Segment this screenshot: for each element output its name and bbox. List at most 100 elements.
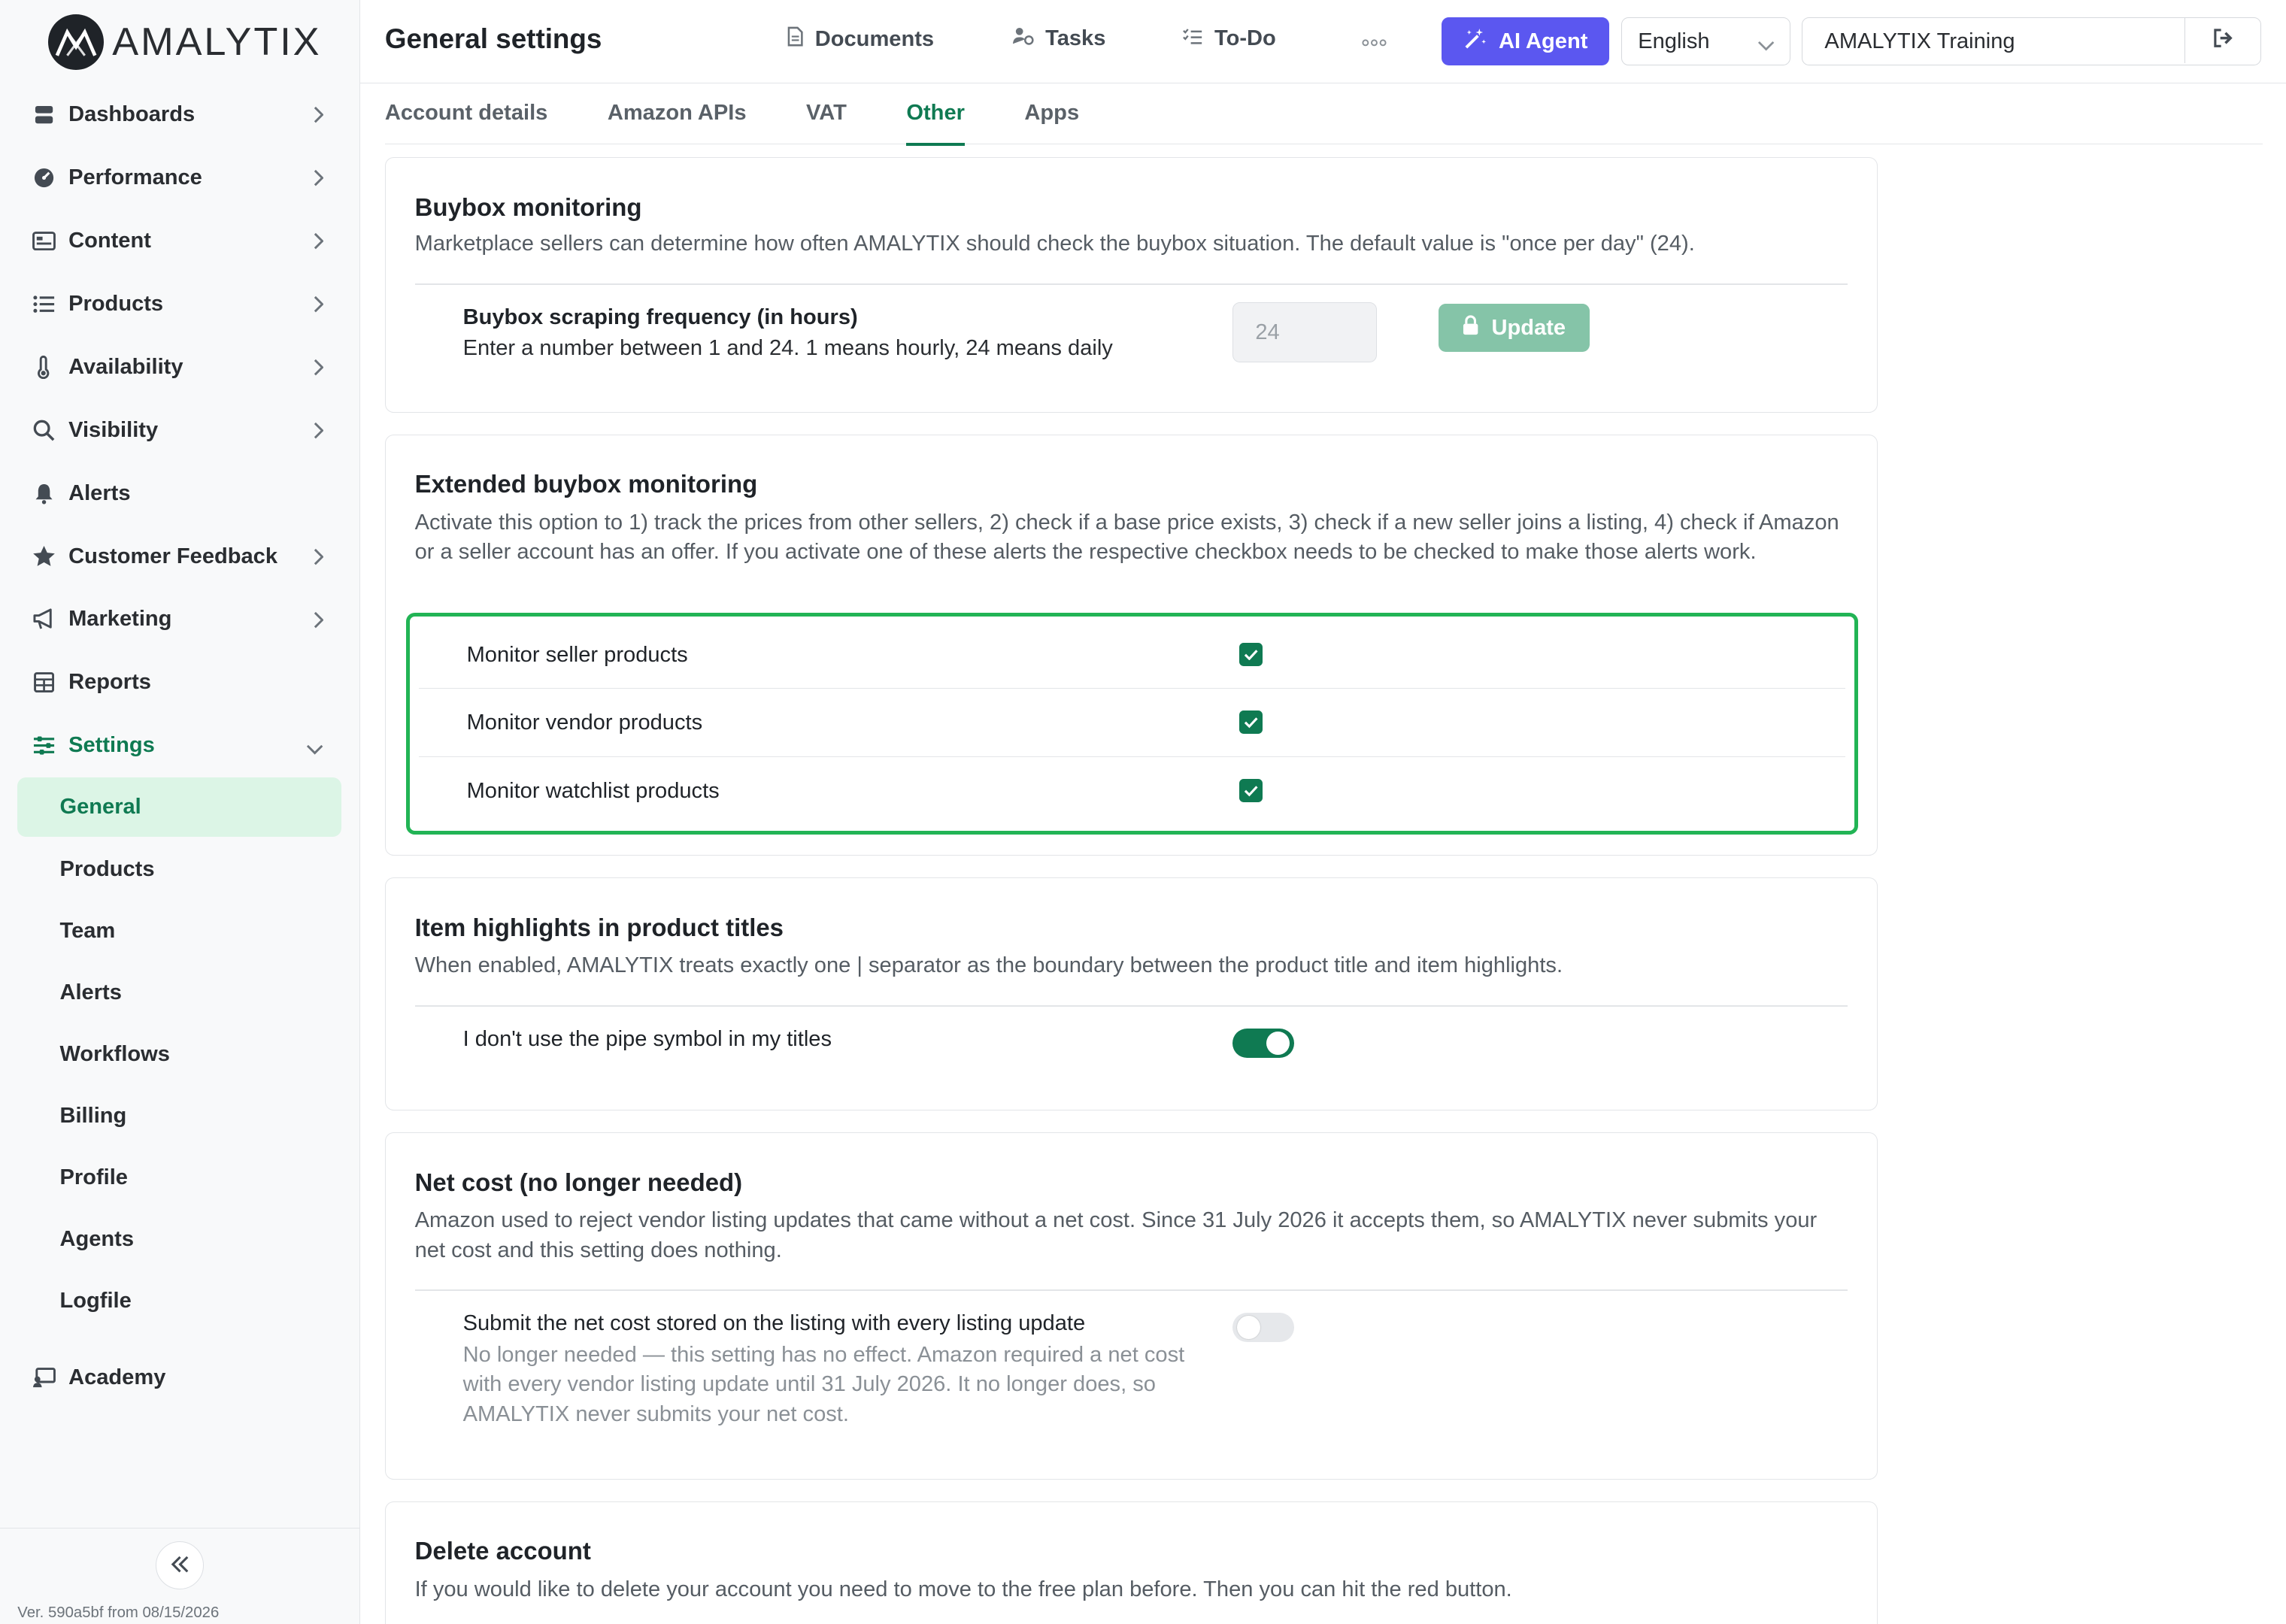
sidebar-item-label: Performance	[68, 165, 202, 189]
account-name: AMALYTIX Training	[1824, 29, 2015, 53]
sidebar-item-visibility[interactable]: Visibility	[17, 398, 341, 462]
table-icon	[32, 671, 56, 694]
content-icon	[32, 229, 56, 253]
tasks-link[interactable]: Tasks	[1012, 26, 1106, 51]
divider	[414, 1004, 1848, 1007]
logo[interactable]: AMALYTIX	[47, 14, 321, 71]
sidebar-item-customer-feedback[interactable]: Customer Feedback	[17, 525, 341, 588]
delete-account-card: Delete account If you would like to dele…	[384, 1501, 1878, 1624]
tasks-icon	[1012, 26, 1034, 51]
buybox-frequency-help: Enter a number between 1 and 24. 1 means…	[462, 335, 1113, 360]
monitor-watchlist-label: Monitor watchlist products	[466, 779, 720, 804]
buybox-monitoring-card: Buybox monitoring Marketplace sellers ca…	[384, 157, 1878, 413]
double-chevron-left-icon	[170, 1552, 190, 1579]
highlights-title: Item highlights in product titles	[414, 913, 784, 941]
sidebar-item-label: Academy	[68, 1365, 166, 1390]
tasks-label: Tasks	[1045, 26, 1106, 50]
net-cost-card: Net cost (no longer needed) Amazon used …	[384, 1132, 1878, 1480]
update-button[interactable]: Update	[1438, 304, 1590, 353]
sidebar-item-label: Reports	[68, 670, 151, 695]
logo-mark-icon	[47, 14, 104, 71]
sidebar-subitem-general[interactable]: General	[17, 777, 341, 838]
item-highlights-card: Item highlights in product titles When e…	[384, 877, 1878, 1111]
sidebar-item-label: Settings	[68, 733, 155, 758]
ai-agent-button[interactable]: AI Agent	[1442, 17, 1610, 66]
sidebar-subitem-billing[interactable]: Billing	[17, 1085, 341, 1147]
buybox-title: Buybox monitoring	[414, 192, 642, 221]
sidebar-item-reports[interactable]: Reports	[17, 651, 341, 714]
sidebar-subitem-alerts[interactable]: Alerts	[17, 962, 341, 1023]
sidebar-item-availability[interactable]: Availability	[17, 335, 341, 398]
ai-agent-label: AI Agent	[1498, 29, 1588, 53]
chevron-down-icon	[306, 736, 323, 761]
sidebar-item-label: Products	[68, 291, 164, 316]
extended-description: Activate this option to 1) track the pri…	[414, 510, 1839, 565]
monitor-seller-checkbox[interactable]	[1239, 643, 1263, 667]
todo-label: To-Do	[1214, 26, 1276, 50]
tab-vat[interactable]: VAT	[806, 84, 847, 144]
monitor-options-highlight: Monitor seller products Monitor vendor p…	[405, 613, 1858, 835]
netcost-toggle-label: Submit the net cost stored on the listin…	[462, 1310, 1086, 1335]
extended-buybox-card: Extended buybox monitoring Activate this…	[384, 434, 1878, 856]
documents-label: Documents	[814, 26, 935, 51]
sidebar-item-academy[interactable]: Academy	[17, 1347, 341, 1410]
buybox-frequency-label: Buybox scraping frequency (in hours)	[462, 305, 858, 330]
tab-amazon-apis[interactable]: Amazon APIs	[608, 84, 747, 144]
settings-tabs: Account details Amazon APIs VAT Other Ap…	[384, 84, 2263, 146]
monitor-watchlist-checkbox[interactable]	[1239, 779, 1263, 803]
sidebar-item-label: Visibility	[68, 417, 159, 442]
language-value: English	[1638, 29, 1710, 53]
delete-title: Delete account	[414, 1537, 591, 1565]
sidebar-footer: Ver. 590a5bf from 08/15/2026	[0, 1527, 360, 1624]
language-select[interactable]: English	[1621, 17, 1790, 66]
documents-link[interactable]: Documents	[787, 26, 934, 53]
buybox-frequency-input[interactable]: 24	[1232, 302, 1378, 362]
sidebar-subitem-profile[interactable]: Profile	[17, 1147, 341, 1208]
sidebar-item-products[interactable]: Products	[17, 272, 341, 335]
performance-icon	[32, 166, 56, 189]
monitor-vendor-row: Monitor vendor products	[418, 688, 1846, 755]
sidebar-subitem-products[interactable]: Products	[17, 838, 341, 900]
monitor-seller-row: Monitor seller products	[419, 621, 1846, 688]
sidebar-item-alerts[interactable]: Alerts	[17, 462, 341, 525]
chevron-down-icon	[1757, 33, 1775, 58]
tab-account-details[interactable]: Account details	[385, 84, 548, 144]
sidebar-item-settings[interactable]: Settings	[17, 714, 341, 777]
sidebar-subitem-workflows[interactable]: Workflows	[17, 1023, 341, 1085]
logout-button[interactable]	[2184, 18, 2260, 64]
sidebar-item-marketing[interactable]: Marketing	[17, 588, 341, 651]
sidebar-subitem-agents[interactable]: Agents	[17, 1208, 341, 1270]
sidebar-subitem-team[interactable]: Team	[17, 900, 341, 962]
search-icon	[32, 419, 56, 442]
pipe-symbol-toggle[interactable]	[1232, 1028, 1294, 1058]
chevron-right-icon	[312, 231, 324, 256]
star-icon	[32, 545, 56, 568]
sidebar-item-performance[interactable]: Performance	[17, 146, 341, 209]
more-menu-icon[interactable]	[1362, 23, 1387, 53]
dashboard-icon	[32, 103, 56, 126]
sidebar-item-dashboards[interactable]: Dashboards	[17, 83, 341, 147]
sidebar-item-label: Alerts	[68, 480, 131, 505]
extended-title: Extended buybox monitoring	[414, 470, 758, 498]
chevron-right-icon	[312, 294, 324, 319]
collapse-sidebar-button[interactable]	[156, 1541, 205, 1590]
document-icon	[787, 26, 803, 53]
academy-icon	[32, 1366, 56, 1389]
chevron-right-icon	[312, 357, 324, 382]
monitor-vendor-label: Monitor vendor products	[466, 710, 703, 735]
sidebar-subitem-logfile[interactable]: Logfile	[17, 1270, 341, 1332]
todo-icon	[1182, 26, 1202, 51]
tab-other[interactable]: Other	[906, 84, 965, 146]
netcost-title: Net cost (no longer needed)	[414, 1168, 743, 1196]
todo-link[interactable]: To-Do	[1182, 26, 1276, 51]
netcost-toggle[interactable]	[1232, 1312, 1294, 1342]
account-selector[interactable]: AMALYTIX Training	[1802, 17, 2262, 66]
sidebar-item-label: Availability	[68, 354, 183, 379]
tab-apps[interactable]: Apps	[1024, 84, 1079, 144]
chevron-right-icon	[312, 420, 324, 445]
sidebar-item-content[interactable]: Content	[17, 209, 341, 272]
toggle-knob	[1237, 1315, 1261, 1339]
monitor-vendor-checkbox[interactable]	[1239, 710, 1263, 735]
page-title: General settings	[384, 23, 602, 55]
pipe-symbol-label: I don't use the pipe symbol in my titles	[462, 1026, 832, 1051]
